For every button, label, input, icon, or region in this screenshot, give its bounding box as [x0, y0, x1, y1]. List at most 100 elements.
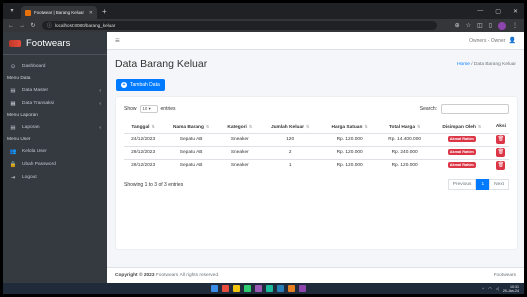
- cell-total: Rp. 120.000: [378, 158, 431, 172]
- sidebar-item-label: Ubah Password: [22, 162, 56, 167]
- cell-harga: Rp. 120.000: [320, 158, 379, 172]
- column-header-label: Total Harga: [388, 124, 415, 130]
- sort-icon: ⇅: [477, 123, 482, 129]
- add-data-button[interactable]: + Tambah Data: [116, 79, 165, 91]
- app-icon[interactable]: [288, 285, 295, 292]
- sidebar-item-label: Logout: [22, 175, 37, 180]
- table-footer: Showing 1 to 3 of 3 entries Previous 1 N…: [124, 179, 509, 190]
- previous-page-button[interactable]: Previous: [447, 179, 477, 190]
- sidebar-item-label: Dashboard: [22, 64, 46, 69]
- bookmark-star-icon[interactable]: ☆: [466, 22, 471, 29]
- sidebar-item-data-master[interactable]: ▤ Data Master ‹: [3, 84, 107, 97]
- sidebar-item-dashboard[interactable]: ⊙ Dashboard: [3, 60, 107, 73]
- extensions-icon[interactable]: ◫: [477, 22, 483, 29]
- close-window-icon[interactable]: ✕: [513, 8, 518, 15]
- table-info: Showing 1 to 3 of 3 entries: [124, 181, 184, 188]
- column-header[interactable]: Jumlah Keluar ⇅: [259, 121, 321, 134]
- search-input[interactable]: [441, 103, 509, 114]
- site-info-icon[interactable]: ⓘ: [47, 22, 52, 29]
- start-icon[interactable]: [211, 285, 218, 292]
- chevron-left-icon: ‹: [99, 87, 101, 94]
- url-field[interactable]: ⓘ localhost:8080/barang_keluar: [42, 21, 437, 30]
- breadcrumb: Home / Data Barang Keluar: [457, 62, 516, 67]
- hamburger-menu-icon[interactable]: ≡: [115, 36, 120, 45]
- next-page-button[interactable]: Next: [489, 179, 509, 190]
- minimize-icon[interactable]: —: [477, 8, 483, 15]
- close-tab-icon[interactable]: ✕: [89, 10, 93, 16]
- app-icon[interactable]: [222, 285, 229, 292]
- app-icon[interactable]: [299, 285, 306, 292]
- trash-icon: 🗑: [497, 149, 505, 155]
- search-label: Search:: [419, 105, 437, 112]
- maximize-icon[interactable]: ▢: [495, 8, 501, 15]
- chevron-left-icon: ‹: [99, 124, 101, 131]
- sidebar-item-logout[interactable]: ⇥ Logout: [3, 171, 107, 184]
- data-card: Show 10 ▾ entries Search: Tanggal ⇅ Nama B…: [116, 97, 517, 249]
- back-icon[interactable]: ←: [8, 23, 14, 29]
- content-area: Data Barang Keluar Home / Data Barang Ke…: [107, 50, 524, 249]
- delete-button[interactable]: 🗑: [496, 161, 506, 171]
- volume-icon[interactable]: ◁: [496, 286, 499, 291]
- entries-select[interactable]: 10 ▾: [139, 104, 158, 113]
- column-header[interactable]: Disimpan Oleh ⇅: [430, 121, 493, 134]
- wifi-icon[interactable]: ◠: [488, 286, 492, 291]
- column-header[interactable]: Harga Satuan ⇅: [320, 121, 379, 134]
- reload-icon[interactable]: ↻: [30, 22, 36, 29]
- dashboard-icon: ⊙: [10, 63, 16, 70]
- sort-icon: ⇅: [205, 123, 210, 129]
- cell-harga: Rp. 120.000: [320, 145, 379, 159]
- clock[interactable]: 10:31 29-Jan-24: [503, 285, 519, 293]
- browser-tab[interactable]: Footwear | Barang Keluar ✕: [21, 6, 97, 19]
- vscode-icon[interactable]: [277, 285, 284, 292]
- cell-total: Rp. 240.000: [378, 145, 431, 159]
- sort-icon: ⇅: [306, 123, 310, 129]
- profile-avatar[interactable]: [498, 21, 506, 30]
- table-body: 24/12/2023 Sepatu AB Sneaker 120 Rp. 120.000…: [124, 132, 509, 172]
- cell-tanggal: 29/12/2023: [124, 145, 163, 159]
- folder-icon[interactable]: [233, 285, 240, 292]
- browser-menu-icon[interactable]: ⋮: [512, 22, 518, 29]
- chrome-icon[interactable]: [244, 285, 251, 292]
- saved-by-badge: Akmal Rahim: [447, 149, 476, 155]
- column-header-label: Harga Satuan: [331, 124, 363, 130]
- zoom-icon[interactable]: ⊕: [455, 22, 460, 29]
- footer-rights: All rights reserved.: [179, 273, 220, 278]
- sidepanel-icon[interactable]: ▯: [489, 22, 492, 29]
- sidebar-item-data-transaksi[interactable]: ▦ Data Transaksi ‹: [3, 97, 107, 110]
- column-header-label: Jumlah Keluar: [270, 124, 304, 130]
- tab-search-icon[interactable]: ▾: [7, 6, 17, 16]
- sidebar-item-laporan[interactable]: ▤ Laporan ‹: [3, 121, 107, 134]
- app-icon[interactable]: [266, 285, 273, 292]
- column-header[interactable]: Tanggal ⇅: [124, 121, 163, 134]
- column-header[interactable]: Nama Barang ⇅: [162, 121, 221, 134]
- tab-title: Footwear | Barang Keluar: [34, 10, 84, 15]
- column-header: Aksi: [492, 121, 509, 134]
- cell-harga: Rp. 120.000: [320, 132, 379, 146]
- sort-icon: ⇅: [151, 123, 155, 129]
- column-header[interactable]: Kategori ⇅: [220, 121, 260, 134]
- delete-button[interactable]: 🗑: [496, 148, 506, 157]
- brand-link[interactable]: Footwears: [3, 32, 107, 55]
- new-tab-icon[interactable]: +: [102, 7, 107, 16]
- page-1-button[interactable]: 1: [476, 179, 490, 190]
- chevron-left-icon: ‹: [99, 100, 101, 107]
- delete-button[interactable]: 🗑: [496, 135, 506, 144]
- screen: ▾ Footwear | Barang Keluar ✕ + — ▢ ✕ ← →…: [3, 3, 524, 294]
- sidebar-item-kelola-user[interactable]: 👥 Kelola User: [3, 145, 107, 158]
- forward-icon[interactable]: →: [19, 23, 25, 29]
- tray-chevron-icon[interactable]: ^: [482, 286, 484, 291]
- sidebar-item-ubah-password[interactable]: 🔒 Ubah Password: [3, 158, 107, 171]
- sidebar-section-header: Menu Laporan: [7, 113, 38, 118]
- cell-jumlah: 2: [259, 145, 321, 159]
- table-row: 24/12/2023 Sepatu AB Sneaker 120 Rp. 120.000…: [124, 132, 509, 146]
- breadcrumb-home-link[interactable]: Home: [457, 62, 470, 67]
- entries-label: entries: [160, 105, 176, 112]
- top-navbar: ≡ Owners - Owner 👤: [107, 32, 524, 50]
- sidebar-item-label: Laporan: [22, 125, 40, 130]
- cell-nama: Sepatu AB: [162, 145, 221, 159]
- app-icon[interactable]: [255, 285, 262, 292]
- sort-icon: ⇅: [248, 123, 253, 129]
- column-header[interactable]: Total Harga ⇅: [378, 121, 431, 134]
- sidebar: Footwears ⊙ Dashboard Menu Data ▤ Data Maste…: [3, 32, 107, 283]
- user-menu[interactable]: Owners - Owner 👤: [469, 37, 516, 45]
